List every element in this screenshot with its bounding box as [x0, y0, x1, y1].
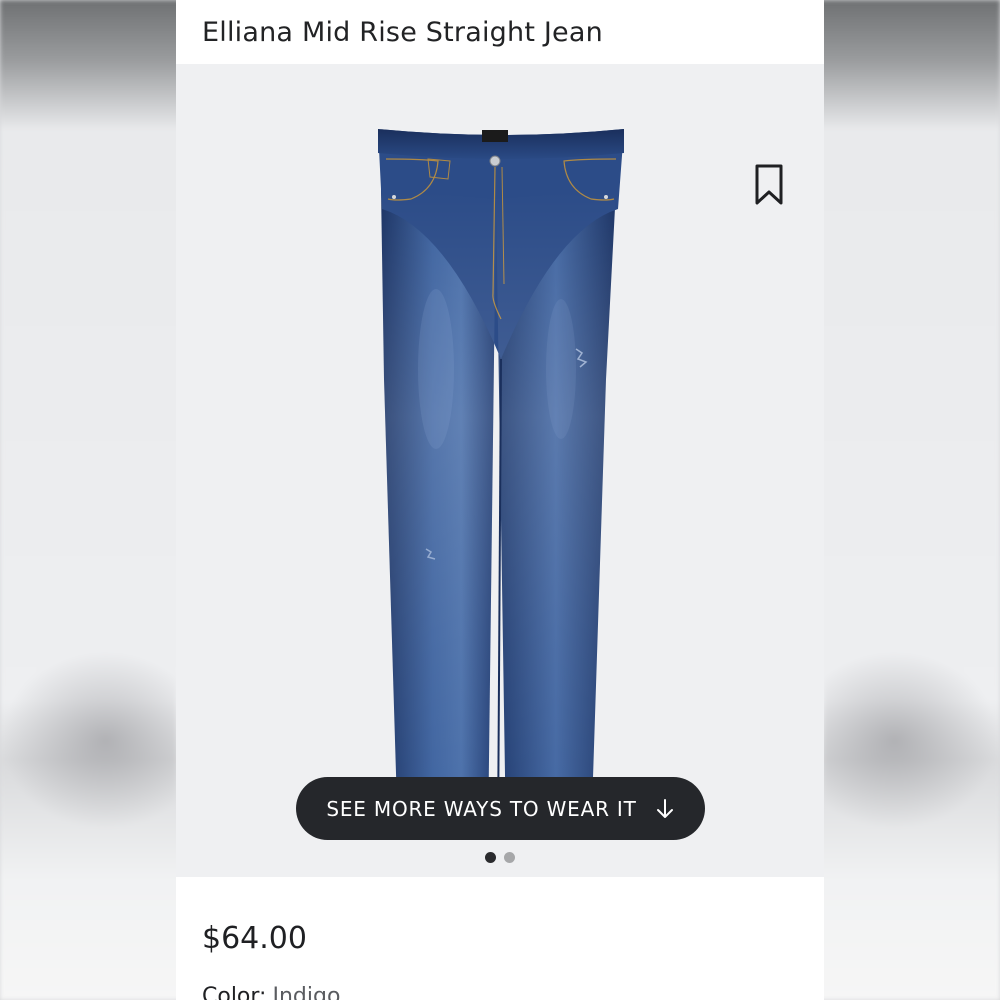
color-row: Color: Indigo [202, 984, 824, 1000]
product-info: $64.00 Color: Indigo [176, 877, 824, 1000]
screen: Elliana Mid Rise Straight Jean SEE MORE … [0, 0, 1000, 1000]
product-gallery[interactable]: SEE MORE WAYS TO WEAR IT [176, 64, 824, 877]
see-more-ways-button[interactable]: SEE MORE WAYS TO WEAR IT [296, 777, 705, 840]
color-label: Color: [202, 984, 267, 1000]
product-page: Elliana Mid Rise Straight Jean SEE MORE … [176, 0, 824, 1000]
carousel-dot-1[interactable] [485, 852, 496, 863]
title-bar: Elliana Mid Rise Straight Jean [176, 0, 824, 64]
jeans-product-image [378, 129, 624, 839]
product-price: $64.00 [202, 921, 307, 956]
cta-label: SEE MORE WAYS TO WEAR IT [326, 796, 637, 821]
carousel-dot-2[interactable] [504, 852, 515, 863]
carousel-indicators [176, 852, 824, 863]
bookmark-icon[interactable] [754, 164, 784, 206]
color-value: Indigo [272, 984, 341, 1000]
arrow-down-icon [656, 798, 673, 818]
product-title: Elliana Mid Rise Straight Jean [202, 16, 603, 48]
